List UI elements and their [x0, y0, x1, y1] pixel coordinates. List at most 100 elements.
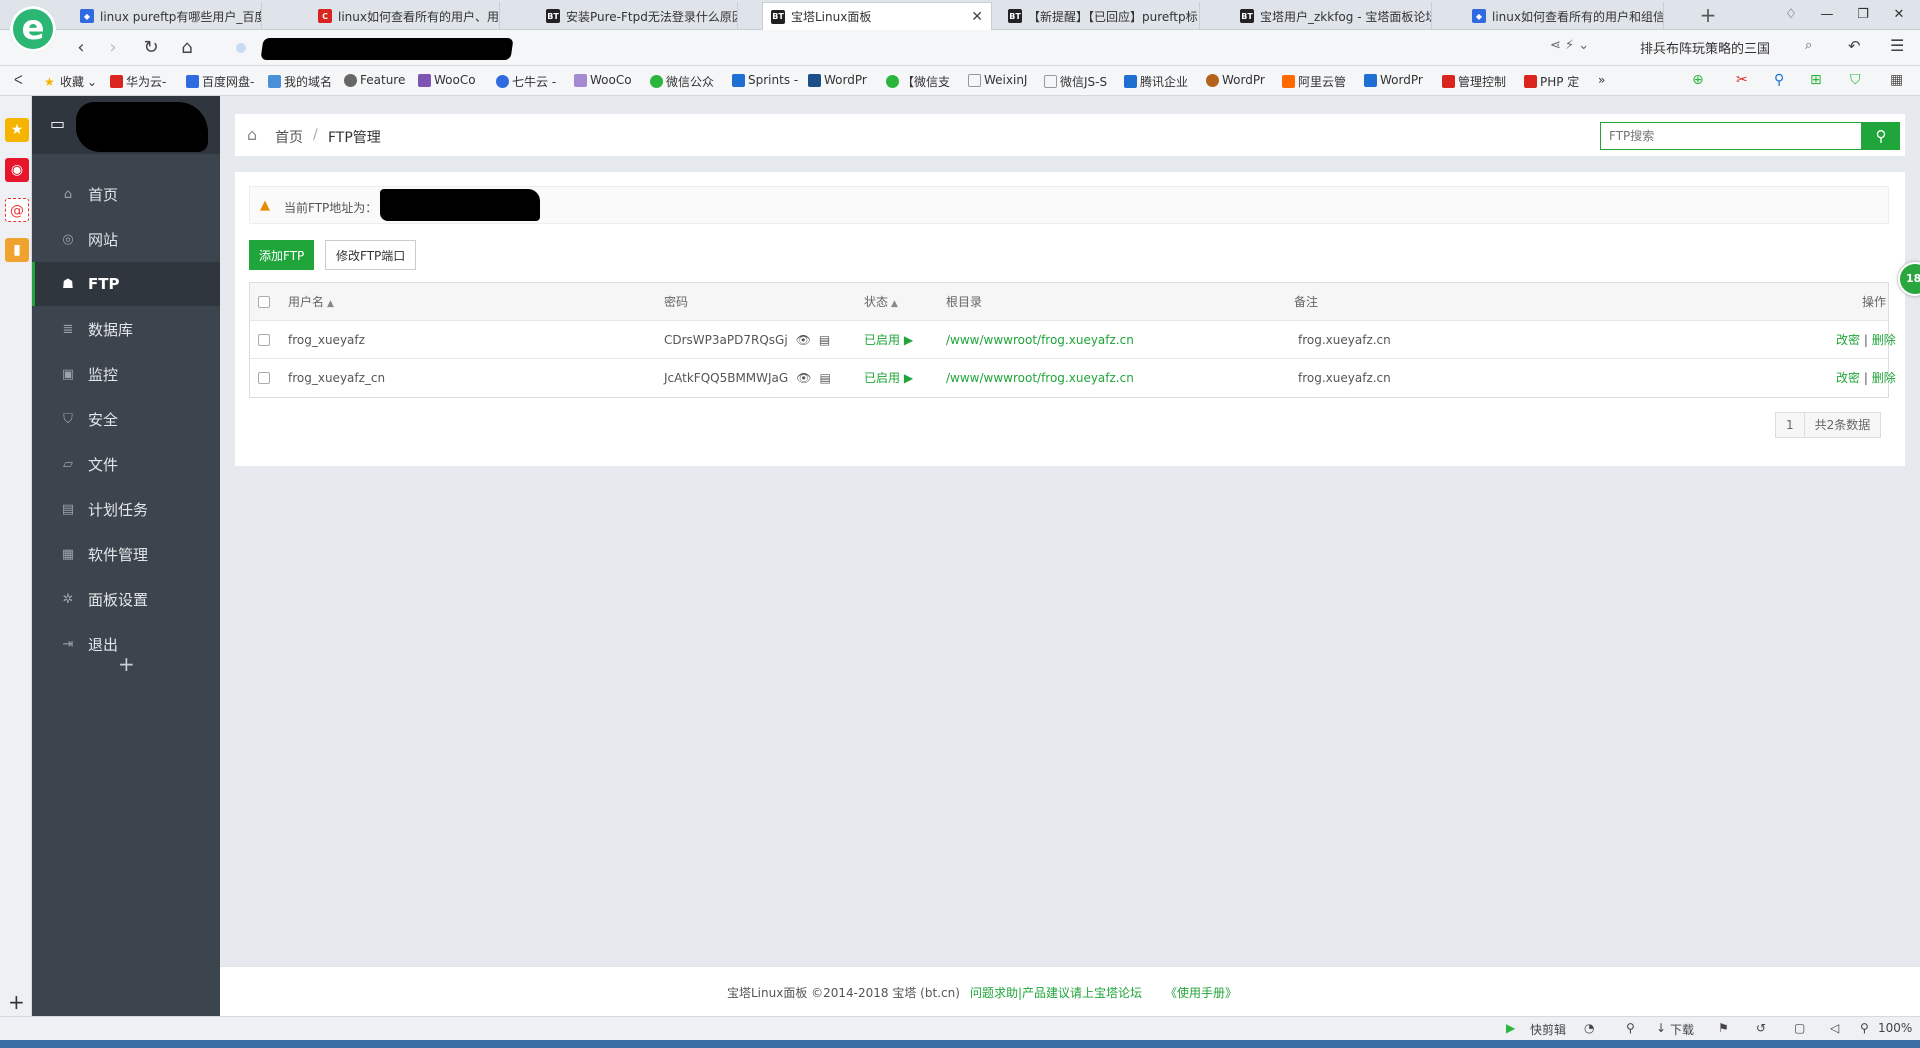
sidebar-item-files[interactable]: ▱ 文件: [32, 442, 220, 486]
change-ftp-port-button[interactable]: 修改FTP端口: [325, 240, 417, 270]
share-icon[interactable]: ⋖ ⚡ ⌄: [1550, 38, 1589, 53]
mail-icon[interactable]: @: [5, 198, 29, 222]
column-username[interactable]: 用户名 ▲: [288, 283, 334, 321]
select-all-checkbox[interactable]: [258, 296, 270, 308]
show-password-icon[interactable]: 👁: [796, 333, 811, 347]
bookmark-item[interactable]: WooCo: [574, 73, 632, 87]
back-icon[interactable]: ‹: [68, 36, 94, 60]
breadcrumb-home[interactable]: 首页: [275, 127, 303, 147]
footer-manual-link[interactable]: 《使用手册》: [1165, 984, 1237, 1001]
bookmark-item[interactable]: WeixinJ: [968, 73, 1027, 87]
reload-icon[interactable]: ↻: [138, 36, 164, 60]
add-shortcut-icon[interactable]: +: [118, 652, 135, 676]
delete-link[interactable]: 删除: [1872, 333, 1896, 347]
window-icon[interactable]: ▢: [1794, 1021, 1805, 1035]
flag-icon[interactable]: ⚑: [1718, 1021, 1729, 1035]
search-hint[interactable]: 排兵布阵玩策略的三国: [1640, 38, 1770, 57]
bookmark-item[interactable]: PHP 定: [1524, 73, 1579, 90]
bookmark-item[interactable]: WordPr: [808, 73, 867, 87]
bookmark-item[interactable]: WooCo: [418, 73, 476, 87]
sidebar-item-website[interactable]: ◎ 网站: [32, 217, 220, 261]
sidebar-toggle-icon[interactable]: ᐸ: [14, 73, 23, 87]
cell-remark[interactable]: frog.xueyafz.cn: [1298, 321, 1391, 359]
browser-tab-5[interactable]: BT 【新提醒】【已回应】pureftp标: [1000, 2, 1200, 30]
refresh-icon[interactable]: ↺: [1756, 1021, 1766, 1035]
pin-icon[interactable]: ⚲: [1626, 1021, 1635, 1035]
add-ftp-button[interactable]: 添加FTP: [249, 240, 315, 270]
browser-tab-4-active[interactable]: BT 宝塔Linux面板 ✕: [762, 2, 992, 30]
cell-remark[interactable]: frog.xueyafz.cn: [1298, 359, 1391, 397]
bookmark-item[interactable]: 阿里云管: [1282, 73, 1346, 90]
bookmark-item[interactable]: 腾讯企业: [1124, 73, 1188, 90]
url-input[interactable]: [232, 36, 1522, 60]
row-checkbox[interactable]: [258, 334, 270, 346]
sidebar-item-cron[interactable]: ▤ 计划任务: [32, 487, 220, 531]
show-password-icon[interactable]: 👁: [796, 371, 811, 385]
cell-root[interactable]: /www/wwwroot/frog.xueyafz.cn: [946, 321, 1134, 359]
zoom-icon[interactable]: ⚲: [1860, 1021, 1869, 1035]
new-tab-button[interactable]: +: [1695, 2, 1721, 28]
magnifier-icon[interactable]: ⚲: [1774, 72, 1784, 88]
browser-logo-icon[interactable]: e: [10, 6, 56, 52]
zoom-level[interactable]: 100%: [1878, 1021, 1912, 1035]
download-label[interactable]: 下载: [1670, 1021, 1694, 1038]
weibo-icon[interactable]: ◉: [5, 158, 29, 182]
speed-icon[interactable]: ◔: [1584, 1021, 1594, 1035]
close-icon[interactable]: ✕: [971, 9, 983, 25]
cell-status[interactable]: 已启用 ▶: [864, 321, 913, 359]
bookmark-item[interactable]: 华为云-: [110, 73, 166, 90]
grid-icon[interactable]: ▦: [1890, 72, 1903, 88]
volume-icon[interactable]: ◁: [1830, 1021, 1839, 1035]
ftp-search-input[interactable]: [1600, 122, 1862, 150]
shirt-icon[interactable]: ♢: [1776, 3, 1806, 27]
delete-link[interactable]: 删除: [1872, 371, 1896, 385]
add-icon[interactable]: +: [8, 990, 25, 1014]
browser-tab-6[interactable]: BT 宝塔用户_zkkfog - 宝塔面板论坛: [1232, 2, 1432, 30]
bookmark-item[interactable]: 【微信支: [886, 73, 950, 90]
browser-tab-3[interactable]: BT 安装Pure-Ftpd无法登录什么原因: [538, 2, 738, 30]
home-page-icon[interactable]: ⌂: [174, 36, 200, 60]
bookmark-item[interactable]: 管理控制: [1442, 73, 1506, 90]
page-number[interactable]: 1: [1776, 413, 1804, 437]
download-icon[interactable]: ↓: [1656, 1021, 1666, 1035]
bookmark-item[interactable]: Feature: [344, 73, 405, 87]
copy-icon[interactable]: ▤: [819, 333, 830, 347]
cell-status[interactable]: 已启用 ▶: [864, 359, 913, 397]
sidebar-item-security[interactable]: ⛉ 安全: [32, 397, 220, 441]
change-password-link[interactable]: 改密: [1836, 333, 1860, 347]
footer-help-link[interactable]: 问题求助|产品建议请上宝塔论坛: [970, 984, 1142, 1001]
bookmark-item[interactable]: WordPr: [1364, 73, 1423, 87]
restore-icon[interactable]: ❐: [1848, 3, 1878, 27]
sidebar-item-software[interactable]: ▦ 软件管理: [32, 532, 220, 576]
search-icon[interactable]: ⌕: [1805, 38, 1812, 53]
menu-icon[interactable]: ☰: [1890, 36, 1904, 55]
notes-icon[interactable]: ▮: [5, 238, 29, 262]
bookmark-item[interactable]: 我的域名: [268, 73, 332, 90]
change-password-link[interactable]: 改密: [1836, 371, 1860, 385]
browser-tab-1[interactable]: ◆ linux pureftp有哪些用户_百度搜: [72, 2, 262, 30]
copy-icon[interactable]: ▤: [819, 371, 830, 385]
search-button[interactable]: ⚲: [1862, 122, 1900, 150]
bookmark-item[interactable]: WordPr: [1206, 73, 1265, 87]
forward-icon[interactable]: ›: [100, 36, 126, 60]
bookmark-item[interactable]: 七牛云 -: [496, 73, 556, 90]
bookmark-item[interactable]: ★ 收藏 ⌄: [44, 73, 97, 90]
cell-root[interactable]: /www/wwwroot/frog.xueyafz.cn: [946, 359, 1134, 397]
sidebar-item-home[interactable]: ⌂ 首页: [32, 172, 220, 216]
bookmark-item[interactable]: Sprints -: [732, 73, 798, 87]
scissors-icon[interactable]: ✂: [1736, 72, 1748, 88]
undo-icon[interactable]: ↶: [1848, 37, 1861, 55]
bookmark-item[interactable]: 微信公众: [650, 73, 714, 90]
sidebar-item-ftp[interactable]: ☗ FTP: [32, 262, 220, 306]
shield-check-icon[interactable]: ⛉: [1850, 72, 1861, 88]
bookmark-item[interactable]: 微信JS-S: [1044, 73, 1107, 90]
bookmark-more[interactable]: »: [1598, 73, 1605, 87]
sidebar-item-settings[interactable]: ✲ 面板设置: [32, 577, 220, 621]
window-close-icon[interactable]: ✕: [1884, 3, 1914, 27]
extension-icon[interactable]: ⊕: [1692, 72, 1704, 88]
browser-tab-7[interactable]: ◆ linux如何查看所有的用户和组信: [1464, 2, 1664, 30]
browser-tab-2[interactable]: C linux如何查看所有的用户、用户组: [310, 2, 500, 30]
row-checkbox[interactable]: [258, 372, 270, 384]
sidebar-item-database[interactable]: ≣ 数据库: [32, 307, 220, 351]
favorite-icon[interactable]: ★: [5, 118, 29, 142]
